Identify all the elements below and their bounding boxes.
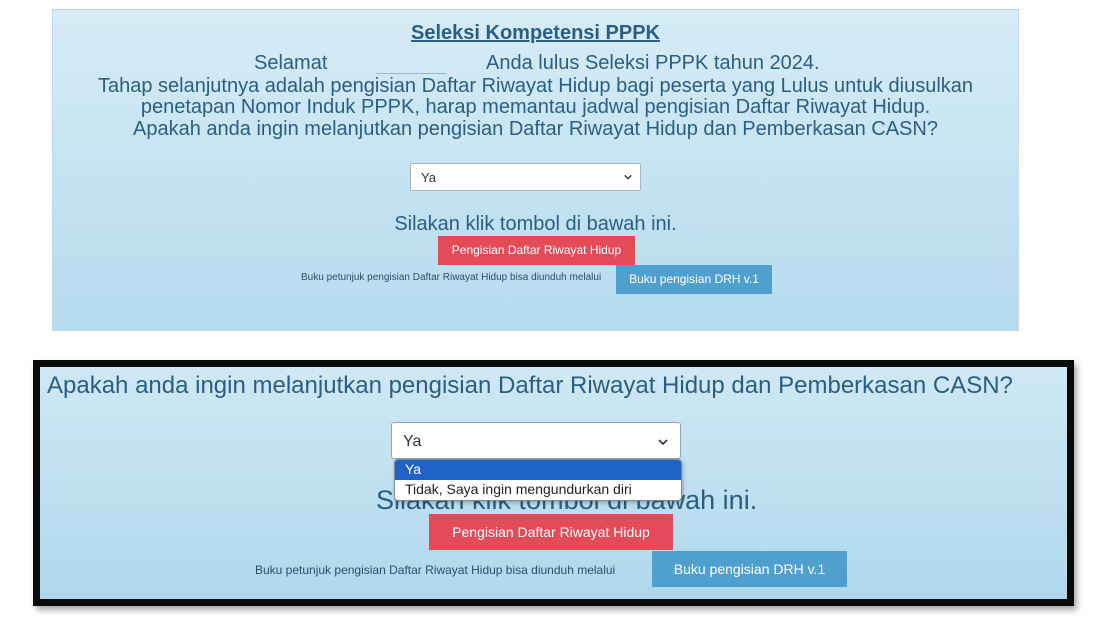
zoom-drh-fill-button[interactable]: Pengisian Daftar Riwayat Hidup bbox=[429, 514, 673, 550]
drh-fill-button[interactable]: Pengisian Daftar Riwayat Hidup bbox=[438, 236, 635, 265]
zoom-continue-select[interactable]: Ya bbox=[391, 422, 681, 459]
page-title: Seleksi Kompetensi PPPK bbox=[411, 22, 660, 44]
greeting-text: Selamat bbox=[254, 52, 328, 74]
zoom-select-value: Ya bbox=[403, 433, 422, 450]
select-value: Ya bbox=[421, 170, 436, 185]
info-text-line-1: Tahap selanjutnya adalah pengisian Dafta… bbox=[97, 75, 974, 97]
selection-panel: Seleksi Kompetensi PPPK Selamat Anda lul… bbox=[52, 9, 1019, 331]
chevron-down-icon bbox=[658, 437, 668, 447]
info-text-line-2: penetapan Nomor Induk PPPK, harap memant… bbox=[140, 96, 931, 118]
option-tidak[interactable]: Tidak, Saya ingin mengundurkan diri bbox=[395, 480, 681, 500]
instruction-text: Silakan klik tombol di bawah ini. bbox=[394, 213, 677, 235]
passed-text: Anda lulus Seleksi PPPK tahun 2024. bbox=[486, 52, 820, 74]
zoomed-dropdown-panel: Apakah anda ingin melanjutkan pengisian … bbox=[33, 360, 1074, 606]
zoom-guide-text: Buku petunjuk pengisian Daftar Riwayat H… bbox=[255, 563, 616, 577]
continue-select[interactable]: Ya bbox=[410, 163, 641, 191]
dropdown-options-list: Ya Tidak, Saya ingin mengundurkan diri bbox=[394, 459, 682, 501]
zoom-question-text: Apakah anda ingin melanjutkan pengisian … bbox=[47, 372, 1013, 399]
question-text: Apakah anda ingin melanjutkan pengisian … bbox=[133, 118, 938, 140]
zoom-guide-download-button[interactable]: Buku pengisian DRH v.1 bbox=[652, 551, 847, 587]
guide-download-button[interactable]: Buku pengisian DRH v.1 bbox=[616, 265, 772, 294]
chevron-down-icon bbox=[624, 173, 632, 181]
guide-text: Buku petunjuk pengisian Daftar Riwayat H… bbox=[301, 272, 602, 283]
name-underline bbox=[376, 73, 446, 74]
option-ya[interactable]: Ya bbox=[395, 460, 681, 480]
